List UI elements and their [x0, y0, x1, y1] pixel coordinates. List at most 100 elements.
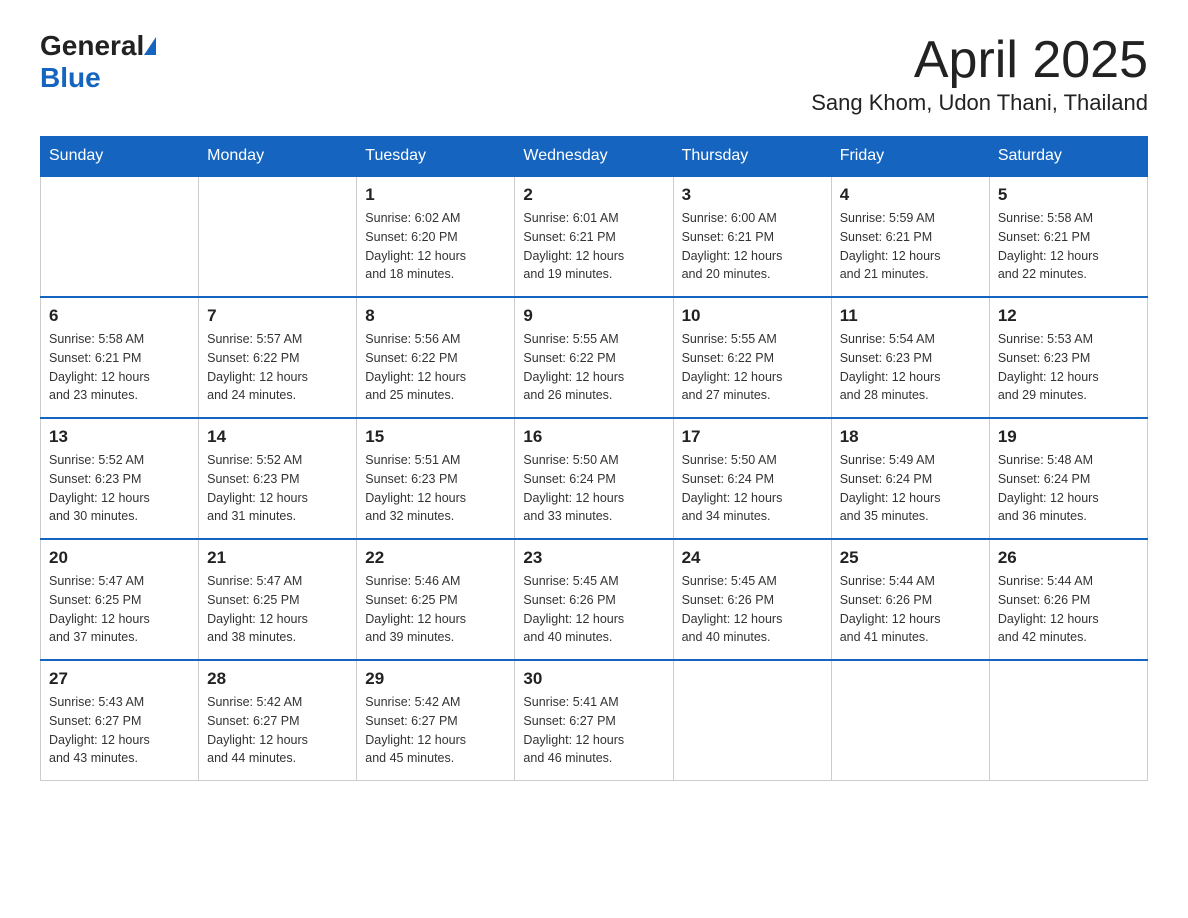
day-detail: Sunrise: 5:47 AMSunset: 6:25 PMDaylight:…: [49, 572, 190, 647]
header-sunday: Sunday: [41, 137, 199, 177]
day-detail: Sunrise: 6:00 AMSunset: 6:21 PMDaylight:…: [682, 209, 823, 284]
day-detail: Sunrise: 5:55 AMSunset: 6:22 PMDaylight:…: [523, 330, 664, 405]
calendar-week-row: 27 Sunrise: 5:43 AMSunset: 6:27 PMDayligh…: [41, 660, 1148, 781]
day-number: 22: [365, 548, 506, 568]
day-number: 6: [49, 306, 190, 326]
calendar-cell: 4 Sunrise: 5:59 AMSunset: 6:21 PMDaylight…: [831, 176, 989, 297]
logo-blue: Blue: [40, 62, 101, 93]
day-detail: Sunrise: 5:54 AMSunset: 6:23 PMDaylight:…: [840, 330, 981, 405]
day-number: 5: [998, 185, 1139, 205]
calendar-cell: [199, 176, 357, 297]
day-detail: Sunrise: 5:42 AMSunset: 6:27 PMDaylight:…: [207, 693, 348, 768]
calendar-cell: 24Sunrise: 5:45 AMSunset: 6:26 PMDayligh…: [673, 539, 831, 660]
calendar-week-row: 13Sunrise: 5:52 AMSunset: 6:23 PMDayligh…: [41, 418, 1148, 539]
day-number: 1: [365, 185, 506, 205]
header: General Blue April 2025 Sang Khom, Udon …: [40, 30, 1148, 116]
day-detail: Sunrise: 5:42 AMSunset: 6:27 PMDaylight:…: [365, 693, 506, 768]
calendar-cell: 13Sunrise: 5:52 AMSunset: 6:23 PMDayligh…: [41, 418, 199, 539]
day-number: 12: [998, 306, 1139, 326]
calendar-title: April 2025: [811, 30, 1148, 90]
calendar-cell: 25Sunrise: 5:44 AMSunset: 6:26 PMDayligh…: [831, 539, 989, 660]
day-detail: Sunrise: 5:49 AMSunset: 6:24 PMDaylight:…: [840, 451, 981, 526]
day-detail: Sunrise: 5:55 AMSunset: 6:22 PMDaylight:…: [682, 330, 823, 405]
day-detail: Sunrise: 5:51 AMSunset: 6:23 PMDaylight:…: [365, 451, 506, 526]
calendar-cell: 15 Sunrise: 5:51 AMSunset: 6:23 PMDayligh…: [357, 418, 515, 539]
calendar-week-row: 1 Sunrise: 6:02 AMSunset: 6:20 PMDaylight…: [41, 176, 1148, 297]
day-detail: Sunrise: 5:52 AMSunset: 6:23 PMDaylight:…: [49, 451, 190, 526]
day-detail: Sunrise: 5:50 AMSunset: 6:24 PMDaylight:…: [523, 451, 664, 526]
calendar-table: Sunday Monday Tuesday Wednesday Thursday…: [40, 136, 1148, 781]
calendar-cell: 20Sunrise: 5:47 AMSunset: 6:25 PMDayligh…: [41, 539, 199, 660]
day-number: 8: [365, 306, 506, 326]
day-detail: Sunrise: 5:41 AMSunset: 6:27 PMDaylight:…: [523, 693, 664, 768]
logo-text: General Blue: [40, 30, 156, 94]
day-number: 2: [523, 185, 664, 205]
day-number: 16: [523, 427, 664, 447]
day-number: 23: [523, 548, 664, 568]
day-number: 3: [682, 185, 823, 205]
day-number: 28: [207, 669, 348, 689]
day-number: 24: [682, 548, 823, 568]
calendar-cell: 3 Sunrise: 6:00 AMSunset: 6:21 PMDaylight…: [673, 176, 831, 297]
calendar-cell: [673, 660, 831, 781]
calendar-cell: [831, 660, 989, 781]
calendar-cell: [989, 660, 1147, 781]
day-number: 25: [840, 548, 981, 568]
day-number: 29: [365, 669, 506, 689]
day-detail: Sunrise: 5:48 AMSunset: 6:24 PMDaylight:…: [998, 451, 1139, 526]
calendar-cell: 23Sunrise: 5:45 AMSunset: 6:26 PMDayligh…: [515, 539, 673, 660]
title-area: April 2025 Sang Khom, Udon Thani, Thaila…: [811, 30, 1148, 116]
day-detail: Sunrise: 5:58 AMSunset: 6:21 PMDaylight:…: [998, 209, 1139, 284]
calendar-cell: 19 Sunrise: 5:48 AMSunset: 6:24 PMDayligh…: [989, 418, 1147, 539]
day-detail: Sunrise: 5:52 AMSunset: 6:23 PMDaylight:…: [207, 451, 348, 526]
logo: General Blue: [40, 30, 156, 94]
calendar-cell: 11Sunrise: 5:54 AMSunset: 6:23 PMDayligh…: [831, 297, 989, 418]
day-number: 9: [523, 306, 664, 326]
day-number: 18: [840, 427, 981, 447]
calendar-cell: 5 Sunrise: 5:58 AMSunset: 6:21 PMDaylight…: [989, 176, 1147, 297]
calendar-cell: 8Sunrise: 5:56 AMSunset: 6:22 PMDaylight…: [357, 297, 515, 418]
calendar-cell: 12 Sunrise: 5:53 AMSunset: 6:23 PMDayligh…: [989, 297, 1147, 418]
header-monday: Monday: [199, 137, 357, 177]
day-detail: Sunrise: 5:58 AMSunset: 6:21 PMDaylight:…: [49, 330, 190, 405]
calendar-week-row: 6 Sunrise: 5:58 AMSunset: 6:21 PMDaylight…: [41, 297, 1148, 418]
day-number: 15: [365, 427, 506, 447]
day-detail: Sunrise: 5:44 AMSunset: 6:26 PMDaylight:…: [998, 572, 1139, 647]
day-detail: Sunrise: 5:57 AMSunset: 6:22 PMDaylight:…: [207, 330, 348, 405]
calendar-cell: 9 Sunrise: 5:55 AMSunset: 6:22 PMDaylight…: [515, 297, 673, 418]
day-detail: Sunrise: 5:59 AMSunset: 6:21 PMDaylight:…: [840, 209, 981, 284]
day-detail: Sunrise: 5:47 AMSunset: 6:25 PMDaylight:…: [207, 572, 348, 647]
day-number: 27: [49, 669, 190, 689]
calendar-cell: 1 Sunrise: 6:02 AMSunset: 6:20 PMDaylight…: [357, 176, 515, 297]
calendar-cell: 22Sunrise: 5:46 AMSunset: 6:25 PMDayligh…: [357, 539, 515, 660]
logo-general: General: [40, 30, 144, 62]
day-number: 19: [998, 427, 1139, 447]
calendar-cell: 16 Sunrise: 5:50 AMSunset: 6:24 PMDayligh…: [515, 418, 673, 539]
calendar-week-row: 20Sunrise: 5:47 AMSunset: 6:25 PMDayligh…: [41, 539, 1148, 660]
day-number: 4: [840, 185, 981, 205]
logo-icon: [144, 37, 156, 55]
day-number: 17: [682, 427, 823, 447]
header-saturday: Saturday: [989, 137, 1147, 177]
header-tuesday: Tuesday: [357, 137, 515, 177]
calendar-cell: 17 Sunrise: 5:50 AMSunset: 6:24 PMDayligh…: [673, 418, 831, 539]
calendar-cell: 26 Sunrise: 5:44 AMSunset: 6:26 PMDayligh…: [989, 539, 1147, 660]
calendar-cell: 6 Sunrise: 5:58 AMSunset: 6:21 PMDaylight…: [41, 297, 199, 418]
day-number: 26: [998, 548, 1139, 568]
day-detail: Sunrise: 5:53 AMSunset: 6:23 PMDaylight:…: [998, 330, 1139, 405]
day-detail: Sunrise: 5:43 AMSunset: 6:27 PMDaylight:…: [49, 693, 190, 768]
calendar-cell: 21 Sunrise: 5:47 AMSunset: 6:25 PMDayligh…: [199, 539, 357, 660]
day-number: 21: [207, 548, 348, 568]
calendar-subtitle: Sang Khom, Udon Thani, Thailand: [811, 90, 1148, 116]
header-thursday: Thursday: [673, 137, 831, 177]
day-number: 14: [207, 427, 348, 447]
day-detail: Sunrise: 5:50 AMSunset: 6:24 PMDaylight:…: [682, 451, 823, 526]
weekday-header-row: Sunday Monday Tuesday Wednesday Thursday…: [41, 137, 1148, 177]
day-detail: Sunrise: 6:02 AMSunset: 6:20 PMDaylight:…: [365, 209, 506, 284]
calendar-cell: 28 Sunrise: 5:42 AMSunset: 6:27 PMDayligh…: [199, 660, 357, 781]
calendar-cell: 7Sunrise: 5:57 AMSunset: 6:22 PMDaylight…: [199, 297, 357, 418]
calendar-cell: 10 Sunrise: 5:55 AMSunset: 6:22 PMDayligh…: [673, 297, 831, 418]
header-wednesday: Wednesday: [515, 137, 673, 177]
day-number: 10: [682, 306, 823, 326]
calendar-cell: 27 Sunrise: 5:43 AMSunset: 6:27 PMDayligh…: [41, 660, 199, 781]
